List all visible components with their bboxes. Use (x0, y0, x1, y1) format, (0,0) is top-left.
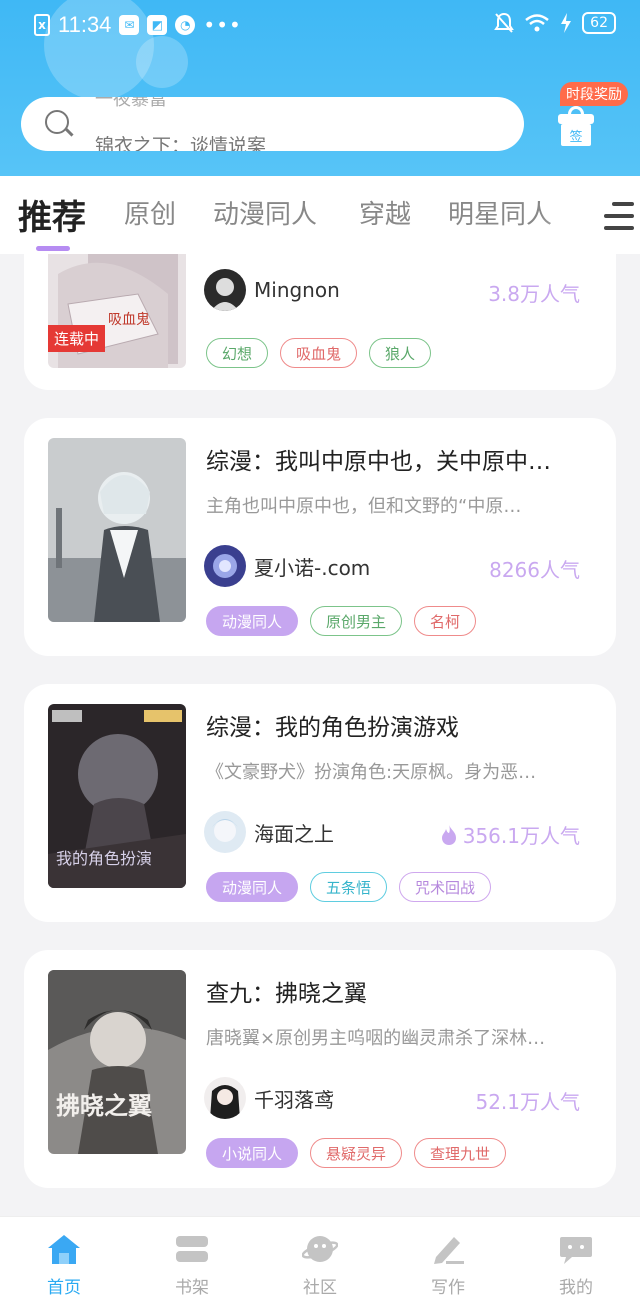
nav-label: 书架 (175, 1278, 209, 1298)
tag[interactable]: 原创男主 (310, 606, 403, 636)
community-icon (301, 1233, 339, 1265)
book-description: 主角也叫中原中也，但和文野的“中原… (206, 496, 522, 517)
author-avatar (204, 545, 246, 587)
active-tab-indicator (36, 246, 70, 251)
tag-list: 动漫同人 原创男主 名柯 (206, 606, 477, 636)
profile-icon (558, 1233, 594, 1265)
book-card[interactable]: 综漫：我叫中原中也，关中原中… 主角也叫中原中也，但和文野的“中原… 夏小诺-.… (24, 418, 616, 656)
popularity-value: 356.1万人气 (462, 824, 580, 848)
time-reward-button[interactable]: 时段奖励 签 (552, 82, 632, 152)
book-card[interactable]: 我的角色扮演 综漫：我的角色扮演游戏 《文豪野犬》扮演角色:天原枫。身为恶… 海… (24, 684, 616, 922)
more-notifications-icon: ••• (203, 13, 242, 37)
battery-indicator: 62 (582, 12, 616, 34)
author-avatar (204, 811, 246, 853)
nav-write[interactable]: 写作 (408, 1233, 488, 1298)
popularity-count: 52.1万人气 (475, 1090, 580, 1114)
book-description: 唐晓翼×原创男主呜咽的幽灵肃杀了深林… (206, 1028, 546, 1049)
tag[interactable]: 小说同人 (206, 1138, 299, 1168)
author-name: 千羽落鸢 (254, 1087, 334, 1112)
tab-fade (540, 176, 600, 254)
book-title: 综漫：我的角色扮演游戏 (206, 715, 459, 741)
write-icon (430, 1233, 466, 1265)
status-time: 11:34 (58, 12, 112, 37)
tag[interactable]: 五条悟 (310, 872, 388, 902)
book-title: 查九：拂晓之翼 (206, 981, 367, 1007)
author-avatar (204, 269, 246, 311)
nav-label: 社区 (303, 1278, 337, 1298)
mute-icon (494, 12, 515, 33)
charging-icon (561, 13, 572, 33)
message-icon: ✉ (119, 15, 140, 35)
nav-home[interactable]: 首页 (24, 1233, 104, 1298)
book-description: 《文豪野犬》扮演角色:天原枫。身为恶… (206, 762, 537, 783)
tab-original[interactable]: 原创 (124, 194, 176, 231)
author-name: 夏小诺-.com (254, 555, 371, 580)
gift-icon: 签 (558, 106, 594, 146)
tag[interactable]: 名柯 (414, 606, 477, 636)
book-cover[interactable]: 吸血鬼 连载中 (48, 254, 186, 368)
author-row[interactable]: Mingnon (204, 268, 340, 312)
category-menu-icon[interactable] (600, 200, 634, 234)
nav-community[interactable]: 社区 (280, 1233, 360, 1298)
search-placeholder: 锦衣之下：谈情说案 (95, 135, 267, 151)
status-bar: x 11:34 ✉ ◩ ◔ ••• 62 (0, 0, 640, 50)
book-card[interactable]: 拂晓之翼 查九：拂晓之翼 唐晓翼×原创男主呜咽的幽灵肃杀了深林… 千羽落鸢 52… (24, 950, 616, 1188)
tag[interactable]: 悬疑灵异 (310, 1138, 403, 1168)
nav-label: 写作 (431, 1278, 465, 1298)
wifi-icon (525, 14, 549, 32)
author-name: Mingnon (254, 278, 340, 302)
tag[interactable]: 查理九世 (414, 1138, 507, 1168)
tag[interactable]: 咒术回战 (399, 872, 492, 902)
tag[interactable]: 动漫同人 (206, 606, 299, 636)
sign-in-label: 签 (561, 124, 591, 146)
tag-list: 动漫同人 五条悟 咒术回战 (206, 872, 492, 902)
browser-icon: ◔ (175, 15, 196, 35)
tag[interactable]: 幻想 (206, 338, 269, 368)
tab-anime-fanfic[interactable]: 动漫同人 (213, 194, 317, 231)
book-cover[interactable] (48, 438, 186, 622)
photo-icon: ◩ (147, 15, 168, 35)
tab-time-travel[interactable]: 穿越 (359, 194, 411, 231)
nav-bookshelf[interactable]: 书架 (152, 1233, 232, 1298)
search-hint-previous: 一夜暴富 (95, 97, 167, 110)
bookshelf-icon (174, 1233, 210, 1265)
popularity-count: 3.8万人气 (488, 282, 580, 306)
svg-text:我的角色扮演: 我的角色扮演 (56, 849, 152, 868)
header: x 11:34 ✉ ◩ ◔ ••• 62 一夜暴富 锦衣之下：谈情说案 时段奖励… (0, 0, 640, 176)
nav-profile[interactable]: 我的 (536, 1233, 616, 1298)
app-notification-icon: x (34, 14, 50, 36)
tag[interactable]: 狼人 (369, 338, 432, 368)
nav-label: 首页 (47, 1278, 81, 1298)
author-row[interactable]: 海面之上 (204, 810, 334, 854)
book-card[interactable]: 吸血鬼 连载中 Mingnon 3.8万人气 幻想 吸血鬼 狼人 (24, 254, 616, 390)
status-badge: 连载中 (48, 325, 106, 352)
author-name: 海面之上 (254, 821, 334, 846)
svg-text:吸血鬼: 吸血鬼 (108, 312, 150, 328)
cover-title-text: 拂晓之翼 (56, 1092, 152, 1120)
tag-list: 幻想 吸血鬼 狼人 (206, 338, 432, 368)
author-row[interactable]: 千羽落鸢 (204, 1076, 334, 1120)
author-avatar (204, 1077, 246, 1119)
book-cover[interactable]: 拂晓之翼 (48, 970, 186, 1154)
popularity-count: 356.1万人气 (441, 820, 580, 849)
nav-label: 我的 (559, 1278, 593, 1298)
tag[interactable]: 吸血鬼 (280, 338, 358, 368)
tag-list: 小说同人 悬疑灵异 查理九世 (206, 1138, 507, 1168)
popularity-count: 8266人气 (489, 558, 580, 582)
book-title: 综漫：我叫中原中也，关中原中… (206, 449, 551, 475)
search-icon (45, 110, 74, 138)
book-cover[interactable]: 我的角色扮演 (48, 704, 186, 888)
bottom-nav: 首页 书架 社区 写作 我的 (0, 1216, 640, 1312)
tab-recommend[interactable]: 推荐 (18, 190, 86, 239)
book-feed: 吸血鬼 连载中 Mingnon 3.8万人气 幻想 吸血鬼 狼人 综漫：我叫中原… (0, 254, 640, 1216)
author-row[interactable]: 夏小诺-.com (204, 544, 370, 588)
tab-celebrity-fanfic[interactable]: 明星同人 (448, 194, 552, 231)
hot-flame-icon (441, 824, 456, 845)
category-tabs: 推荐 原创 动漫同人 穿越 明星同人 (0, 176, 640, 254)
home-icon (46, 1233, 82, 1265)
reward-badge: 时段奖励 (560, 82, 628, 106)
search-bar[interactable]: 一夜暴富 锦衣之下：谈情说案 (21, 97, 524, 151)
tag[interactable]: 动漫同人 (206, 872, 299, 902)
